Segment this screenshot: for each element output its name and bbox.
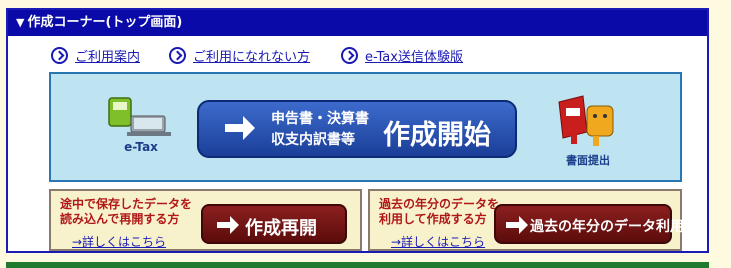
etax-mascot-icon: [108, 97, 171, 136]
paper-submission-label: 書面提出: [566, 154, 610, 167]
creation-corner-panel: ▼ 作成コーナー(トップ画面) ご利用案内 ご利用になれない方 e-Tax送信体験…: [6, 8, 709, 253]
resume-button-label: 作成再開: [245, 218, 317, 239]
start-button-label: 作成開始: [383, 120, 491, 151]
past-year-data-button[interactable]: 過去の年分のデータ利用: [494, 204, 684, 244]
resume-description: 途中で保存したデータを 読み込んで再開する方: [60, 197, 192, 227]
panel-title: 作成コーナー(トップ画面): [27, 15, 183, 30]
start-creation-button[interactable]: 申告書・決算書 収支内訳書等 作成開始: [197, 100, 517, 158]
nav-link-guide-label[interactable]: ご利用案内: [75, 46, 140, 65]
resume-desc-line2: 読み込んで再開する方: [60, 212, 180, 226]
past-button-label: 過去の年分のデータ利用: [530, 219, 684, 235]
paper-submit-mascot-icon: [558, 95, 614, 146]
resume-section: 途中で保存したデータを 読み込んで再開する方 →詳しくはこちら 作成再開: [49, 189, 362, 251]
arrow-right-icon: [506, 216, 528, 234]
bottom-green-strip: [6, 262, 709, 268]
past-year-section: 過去の年分のデータを 利用して作成する方 →詳しくはこちら 過去の年分のデータ利…: [368, 189, 684, 251]
resume-details-link[interactable]: →詳しくはこちら: [72, 233, 166, 250]
circle-arrow-icon: [169, 46, 186, 64]
arrow-right-icon: [225, 116, 255, 140]
circle-arrow-icon: [51, 46, 68, 64]
nav-link-not-available[interactable]: ご利用になれない方: [169, 44, 310, 66]
etax-label: e-Tax: [124, 140, 158, 154]
nav-link-not-available-label[interactable]: ご利用になれない方: [193, 46, 310, 65]
start-button-line1: 申告書・決算書: [271, 111, 369, 127]
triangle-down-icon: ▼: [16, 16, 25, 29]
etax-logo: e-Tax: [101, 96, 181, 162]
resume-creation-button[interactable]: 作成再開: [201, 204, 347, 244]
resume-desc-line1: 途中で保存したデータを: [60, 197, 193, 211]
start-button-line2: 収支内訳書等: [271, 132, 355, 148]
paper-submission-logo: 書面提出: [553, 92, 623, 172]
past-desc-line1: 過去の年分のデータを: [379, 197, 500, 211]
past-details-link[interactable]: →詳しくはこちら: [391, 233, 485, 250]
arrow-right-icon: [217, 216, 239, 234]
nav-link-etax-trial-label[interactable]: e-Tax送信体験版: [365, 46, 463, 65]
past-description: 過去の年分のデータを 利用して作成する方: [379, 197, 499, 227]
circle-arrow-icon: [341, 46, 358, 64]
past-desc-line2: 利用して作成する方: [379, 212, 487, 226]
start-section: e-Tax 申告書・決算書 収支内訳書等 作成開始 書面提出: [49, 72, 682, 182]
nav-link-etax-trial[interactable]: e-Tax送信体験版: [341, 44, 463, 66]
nav-link-guide[interactable]: ご利用案内: [51, 44, 140, 66]
panel-header: ▼ 作成コーナー(トップ画面): [8, 10, 707, 36]
